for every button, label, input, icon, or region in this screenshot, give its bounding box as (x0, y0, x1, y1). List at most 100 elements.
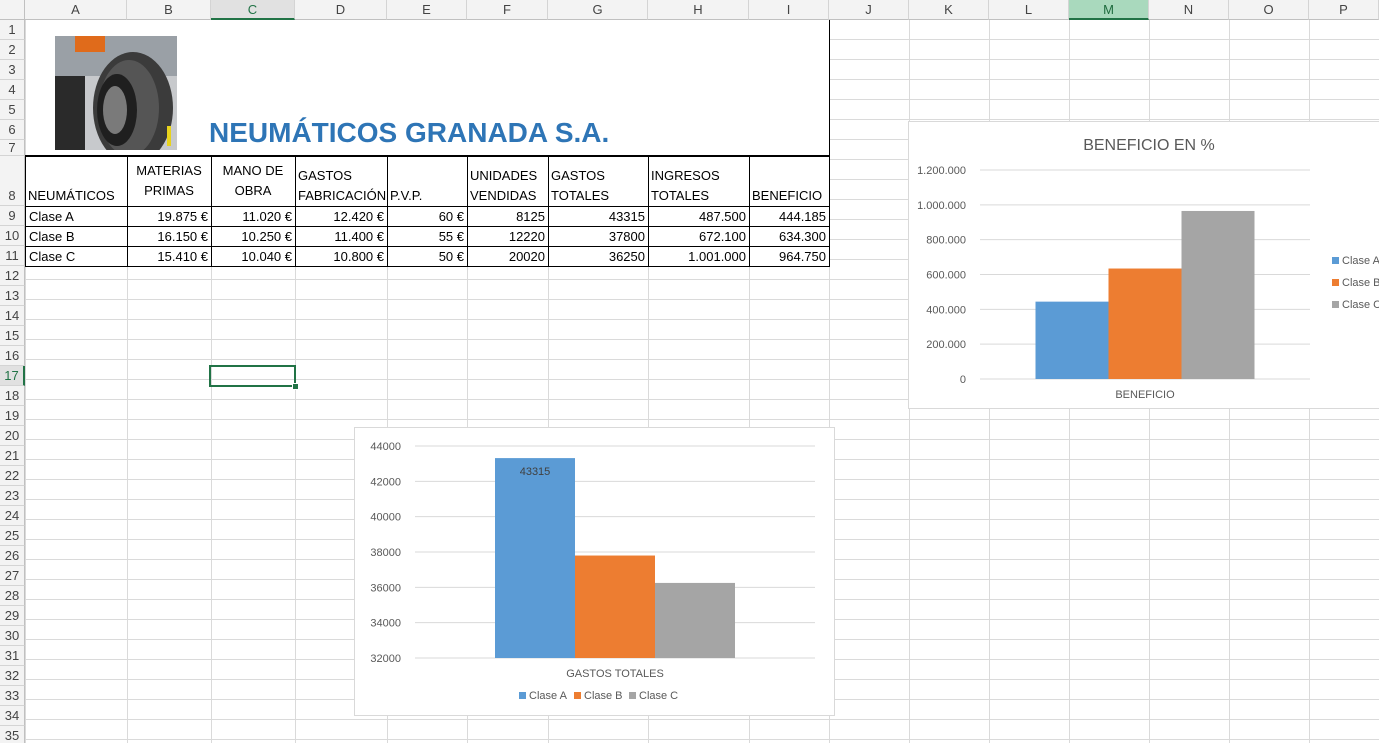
row-header-9[interactable]: 9 (0, 206, 25, 226)
row-header-23[interactable]: 23 (0, 486, 25, 506)
header-d1[interactable]: GASTOS (295, 166, 387, 186)
table-cell-2-1[interactable]: 15.410 € (128, 247, 211, 266)
table-cell-1-7[interactable]: 672.100 (649, 227, 749, 246)
table-cell-2-4[interactable]: 50 € (388, 247, 467, 266)
table-cell-1-8[interactable]: 634.300 (750, 227, 829, 246)
selected-cell-c17[interactable] (209, 365, 296, 387)
row-header-12[interactable]: 12 (0, 266, 25, 286)
table-cell-0-0[interactable]: Clase A (26, 207, 127, 226)
row-header-18[interactable]: 18 (0, 386, 25, 406)
row-header-1[interactable]: 1 (0, 20, 25, 40)
bar-clase-c[interactable] (655, 582, 735, 658)
row-header-6[interactable]: 6 (0, 120, 25, 140)
table-cell-1-2[interactable]: 10.250 € (212, 227, 295, 246)
row-header-17[interactable]: 17 (0, 366, 25, 386)
header-d2[interactable]: FABRICACIÓN (295, 186, 387, 206)
row-header-15[interactable]: 15 (0, 326, 25, 346)
header-c2[interactable]: OBRA (211, 181, 295, 201)
table-cell-2-3[interactable]: 10.800 € (296, 247, 387, 266)
column-header-l[interactable]: L (989, 0, 1069, 20)
row-header-29[interactable]: 29 (0, 606, 25, 626)
fill-handle[interactable] (292, 383, 299, 390)
table-cell-1-4[interactable]: 55 € (388, 227, 467, 246)
column-header-k[interactable]: K (909, 0, 989, 20)
row-header-25[interactable]: 25 (0, 526, 25, 546)
header-e[interactable]: P.V.P. (387, 186, 467, 206)
row-header-22[interactable]: 22 (0, 466, 25, 486)
legend-label[interactable]: Clase A (1342, 255, 1379, 267)
row-header-19[interactable]: 19 (0, 406, 25, 426)
header-a[interactable]: NEUMÁTICOS (25, 186, 127, 206)
table-cell-1-5[interactable]: 12220 (468, 227, 548, 246)
spreadsheet-grid[interactable]: A B C D E F G H I J K L M N O P 1 2 3 4 5 6 7 8 9 10 11 12 13 14 15 16 1… (0, 0, 1379, 743)
row-header-8[interactable]: 8 (0, 156, 25, 206)
row-header-20[interactable]: 20 (0, 426, 25, 446)
table-cell-2-8[interactable]: 964.750 (750, 247, 829, 266)
bar-clase-b[interactable] (1108, 268, 1182, 379)
bar-clase-c[interactable] (1181, 210, 1255, 379)
header-c1[interactable]: MANO DE (211, 161, 295, 181)
row-header-24[interactable]: 24 (0, 506, 25, 526)
row-header-34[interactable]: 34 (0, 706, 25, 726)
table-cell-0-3[interactable]: 12.420 € (296, 207, 387, 226)
header-f1[interactable]: UNIDADES (467, 166, 548, 186)
table-cell-1-0[interactable]: Clase B (26, 227, 127, 246)
row-header-35[interactable]: 35 (0, 726, 25, 743)
column-header-n[interactable]: N (1149, 0, 1229, 20)
column-header-o[interactable]: O (1229, 0, 1309, 20)
row-header-2[interactable]: 2 (0, 40, 25, 60)
row-header-4[interactable]: 4 (0, 80, 25, 100)
column-header-g[interactable]: G (548, 0, 648, 20)
table-cell-2-7[interactable]: 1.001.000 (649, 247, 749, 266)
table-cell-0-1[interactable]: 19.875 € (128, 207, 211, 226)
legend-label[interactable]: Clase C (639, 690, 678, 702)
header-h1[interactable]: INGRESOS (648, 166, 749, 186)
table-cell-0-4[interactable]: 60 € (388, 207, 467, 226)
column-header-e[interactable]: E (387, 0, 467, 20)
row-header-32[interactable]: 32 (0, 666, 25, 686)
row-header-21[interactable]: 21 (0, 446, 25, 466)
beneficio-chart[interactable]: 0 200.000 400.000 600.000 800.000 1.000.000 1.… (908, 121, 1379, 409)
row-header-13[interactable]: 13 (0, 286, 25, 306)
table-cell-0-5[interactable]: 8125 (468, 207, 548, 226)
table-cell-2-6[interactable]: 36250 (549, 247, 648, 266)
column-header-a[interactable]: A (25, 0, 127, 20)
header-i[interactable]: BENEFICIO (749, 186, 829, 206)
column-header-h[interactable]: H (648, 0, 749, 20)
table-cell-2-2[interactable]: 10.040 € (212, 247, 295, 266)
row-header-16[interactable]: 16 (0, 346, 25, 366)
legend-label[interactable]: Clase A (529, 690, 568, 702)
legend-label[interactable]: Clase B (1342, 277, 1379, 289)
header-g1[interactable]: GASTOS (548, 166, 648, 186)
column-header-f[interactable]: F (467, 0, 548, 20)
bar-clase-b[interactable] (575, 555, 655, 658)
tire-photo[interactable] (55, 36, 177, 150)
table-cell-1-1[interactable]: 16.150 € (128, 227, 211, 246)
row-header-5[interactable]: 5 (0, 100, 25, 120)
column-header-d[interactable]: D (295, 0, 387, 20)
table-cell-2-0[interactable]: Clase C (26, 247, 127, 266)
row-header-14[interactable]: 14 (0, 306, 25, 326)
row-header-10[interactable]: 10 (0, 226, 25, 246)
table-cell-0-2[interactable]: 11.020 € (212, 207, 295, 226)
header-b2[interactable]: PRIMAS (127, 181, 211, 201)
header-h2[interactable]: TOTALES (648, 186, 749, 206)
column-header-p[interactable]: P (1309, 0, 1379, 20)
column-header-i[interactable]: I (749, 0, 829, 20)
table-cell-0-8[interactable]: 444.185 (750, 207, 829, 226)
column-header-j[interactable]: J (829, 0, 909, 20)
table-cell-1-6[interactable]: 37800 (549, 227, 648, 246)
column-header-m[interactable]: M (1069, 0, 1149, 20)
table-cell-0-6[interactable]: 43315 (549, 207, 648, 226)
select-all-corner[interactable] (0, 0, 25, 20)
header-f2[interactable]: VENDIDAS (467, 186, 548, 206)
row-header-30[interactable]: 30 (0, 626, 25, 646)
gastos-chart[interactable]: 32000 34000 36000 38000 40000 42000 44000 GASTO… (354, 427, 835, 716)
row-header-11[interactable]: 11 (0, 246, 25, 266)
row-header-26[interactable]: 26 (0, 546, 25, 566)
row-header-27[interactable]: 27 (0, 566, 25, 586)
table-cell-1-3[interactable]: 11.400 € (296, 227, 387, 246)
column-header-b[interactable]: B (127, 0, 211, 20)
header-g2[interactable]: TOTALES (548, 186, 648, 206)
table-cell-0-7[interactable]: 487.500 (649, 207, 749, 226)
